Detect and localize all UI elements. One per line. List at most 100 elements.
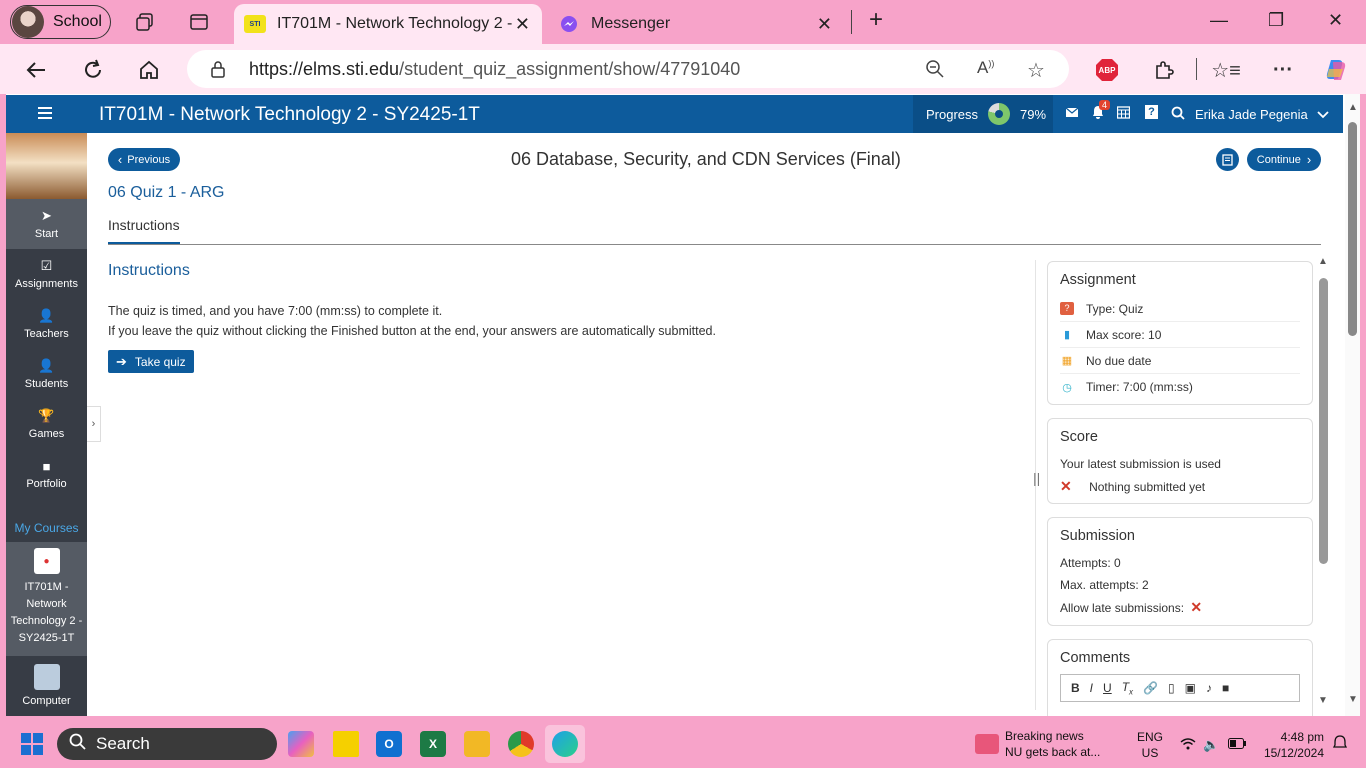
restore-icon[interactable]: ❐ <box>1268 10 1284 31</box>
refresh-icon[interactable] <box>80 57 106 83</box>
chrome-icon[interactable] <box>508 731 534 757</box>
volume-icon[interactable]: 🔈 <box>1203 737 1219 753</box>
sidebar-course-computer[interactable]: Computer <box>6 656 87 707</box>
clock-icon: ◷ <box>1062 381 1072 394</box>
home-icon[interactable] <box>136 57 162 83</box>
card-title: Submission <box>1060 528 1135 544</box>
copilot-icon[interactable] <box>1323 57 1349 83</box>
profile-button[interactable]: School <box>10 5 111 39</box>
system-clock[interactable]: 4:48 pm 15/12/2024 <box>1262 729 1324 761</box>
browser-toolbar: https://elms.sti.edu/student_quiz_assign… <box>0 44 1366 94</box>
back-icon[interactable] <box>23 57 49 83</box>
microphone-icon[interactable]: ♪ <box>1206 681 1212 695</box>
sidebar-item-games[interactable]: 🏆 Games <box>6 399 87 449</box>
help-icon[interactable]: ? <box>1145 105 1158 119</box>
sidebar-collapse-chevron-icon[interactable]: › <box>87 406 101 442</box>
sidebar-item-teachers[interactable]: 👤 Teachers <box>6 299 87 349</box>
scroll-up-icon[interactable]: ▲ <box>1318 256 1328 267</box>
scroll-down-icon[interactable]: ▼ <box>1318 695 1328 706</box>
assignment-due-date: ▦ No due date <box>1060 348 1300 374</box>
sticky-notes-icon[interactable] <box>333 731 359 757</box>
clear-format-icon[interactable]: Tx <box>1122 680 1133 696</box>
scrollbar-thumb[interactable] <box>1319 278 1328 564</box>
resize-handle-icon[interactable]: || <box>1033 470 1040 486</box>
user-name[interactable]: Erika Jade Pegenia <box>1195 107 1308 122</box>
sidebar-item-assignments[interactable]: ☑ Assignments <box>6 249 87 299</box>
progress-indicator[interactable]: Progress 79% <box>913 95 1053 133</box>
notes-button[interactable] <box>1216 148 1239 171</box>
site-info-icon[interactable] <box>209 60 227 83</box>
close-tab-icon[interactable]: ✕ <box>515 14 530 35</box>
sidebar-course-it701m[interactable]: ● IT701M - Network Technology 2 - SY2425… <box>6 542 87 656</box>
favorite-star-icon[interactable]: ☆ <box>1027 58 1045 83</box>
tab-it701m[interactable]: STI IT701M - Network Technology 2 - ✕ <box>234 4 542 44</box>
new-tab-icon[interactable]: + <box>869 6 883 34</box>
calendar-icon[interactable] <box>1116 106 1131 122</box>
mail-icon[interactable] <box>1065 106 1079 121</box>
active-tab-indicator <box>108 242 180 244</box>
zoom-icon[interactable] <box>925 59 945 84</box>
excel-icon[interactable]: X <box>420 731 446 757</box>
notification-center-icon[interactable] <box>1332 735 1348 754</box>
continue-button[interactable]: Continue › <box>1247 148 1321 171</box>
extensions-icon[interactable] <box>1151 57 1177 83</box>
minimize-icon[interactable]: — <box>1210 10 1228 31</box>
favorites-icon[interactable]: ☆≡ <box>1211 57 1241 83</box>
italic-icon[interactable]: I <box>1090 681 1093 695</box>
progress-label: Progress <box>926 106 979 122</box>
user-menu-chevron-icon[interactable] <box>1317 107 1329 122</box>
score-note: Your latest submission is used <box>1060 457 1221 471</box>
scroll-up-icon[interactable]: ▲ <box>1348 102 1358 113</box>
more-menu-icon[interactable]: ··· <box>1270 57 1296 83</box>
page-scrollbar[interactable]: ▲ ▼ <box>1345 94 1360 716</box>
bold-icon[interactable]: B <box>1071 681 1080 695</box>
news-icon[interactable] <box>975 734 999 754</box>
image-icon[interactable]: ▣ <box>1185 681 1196 695</box>
arrow-right-icon: ➔ <box>116 353 127 369</box>
course-banner-image <box>6 133 87 199</box>
address-bar[interactable]: https://elms.sti.edu/student_quiz_assign… <box>187 50 1069 88</box>
underline-icon[interactable]: U <box>1103 681 1112 695</box>
search-icon <box>69 733 86 755</box>
taskbar-search[interactable]: Search <box>57 728 277 760</box>
menu-icon[interactable] <box>38 107 52 119</box>
news-widget[interactable]: Breaking news NU gets back at... <box>1005 728 1100 760</box>
clock-date: 15/12/2024 <box>1263 746 1324 760</box>
adblock-icon[interactable]: ABP <box>1094 57 1120 83</box>
quiz-name: 06 Quiz 1 - ARG <box>108 184 225 201</box>
read-aloud-icon[interactable]: A)) <box>977 58 994 78</box>
news-subtitle: NU gets back at... <box>1005 745 1101 759</box>
sidebar-item-portfolio[interactable]: ■ Portfolio <box>6 449 87 499</box>
file-explorer-icon[interactable] <box>464 731 490 757</box>
assignment-type: ? Type: Quiz <box>1060 296 1300 322</box>
tab-instructions[interactable]: Instructions <box>108 217 180 233</box>
sidebar-item-label: Students <box>24 378 69 390</box>
window-close-icon[interactable]: ✕ <box>1328 10 1343 31</box>
link-icon[interactable]: 🔗 <box>1143 681 1158 695</box>
file-icon[interactable]: ▯ <box>1168 681 1175 695</box>
battery-icon[interactable] <box>1228 737 1246 752</box>
scrollbar-thumb[interactable] <box>1348 122 1357 336</box>
close-tab-icon[interactable]: ✕ <box>817 14 832 35</box>
progress-value: 79% <box>1020 106 1047 122</box>
sidebar-item-start[interactable]: ➤ Start <box>6 199 87 249</box>
sidebar-item-students[interactable]: 👤 Students <box>6 349 87 399</box>
video-icon[interactable]: ■ <box>1222 681 1229 695</box>
outlook-icon[interactable]: O <box>376 731 402 757</box>
wifi-icon[interactable] <box>1180 737 1196 753</box>
windows-start-icon[interactable] <box>21 733 43 755</box>
tab-actions-icon[interactable] <box>187 10 211 34</box>
search-icon[interactable] <box>1171 106 1185 123</box>
take-quiz-button[interactable]: ➔ Take quiz <box>108 350 194 373</box>
notification-badge: 4 <box>1099 100 1111 110</box>
my-courses-heading: My Courses <box>14 521 79 535</box>
workspaces-icon[interactable] <box>133 10 157 34</box>
tab-messenger[interactable]: Messenger ✕ <box>548 4 848 44</box>
instructions-heading: Instructions <box>108 262 190 279</box>
previous-button[interactable]: ‹ Previous <box>108 148 180 171</box>
edge-icon[interactable] <box>552 731 578 757</box>
language-indicator[interactable]: ENG US <box>1137 729 1163 761</box>
scroll-down-icon[interactable]: ▼ <box>1348 694 1358 705</box>
sidebar-panel-scrollbar[interactable]: ▲ ▼ <box>1318 256 1330 710</box>
copilot-app-icon[interactable] <box>288 731 314 757</box>
